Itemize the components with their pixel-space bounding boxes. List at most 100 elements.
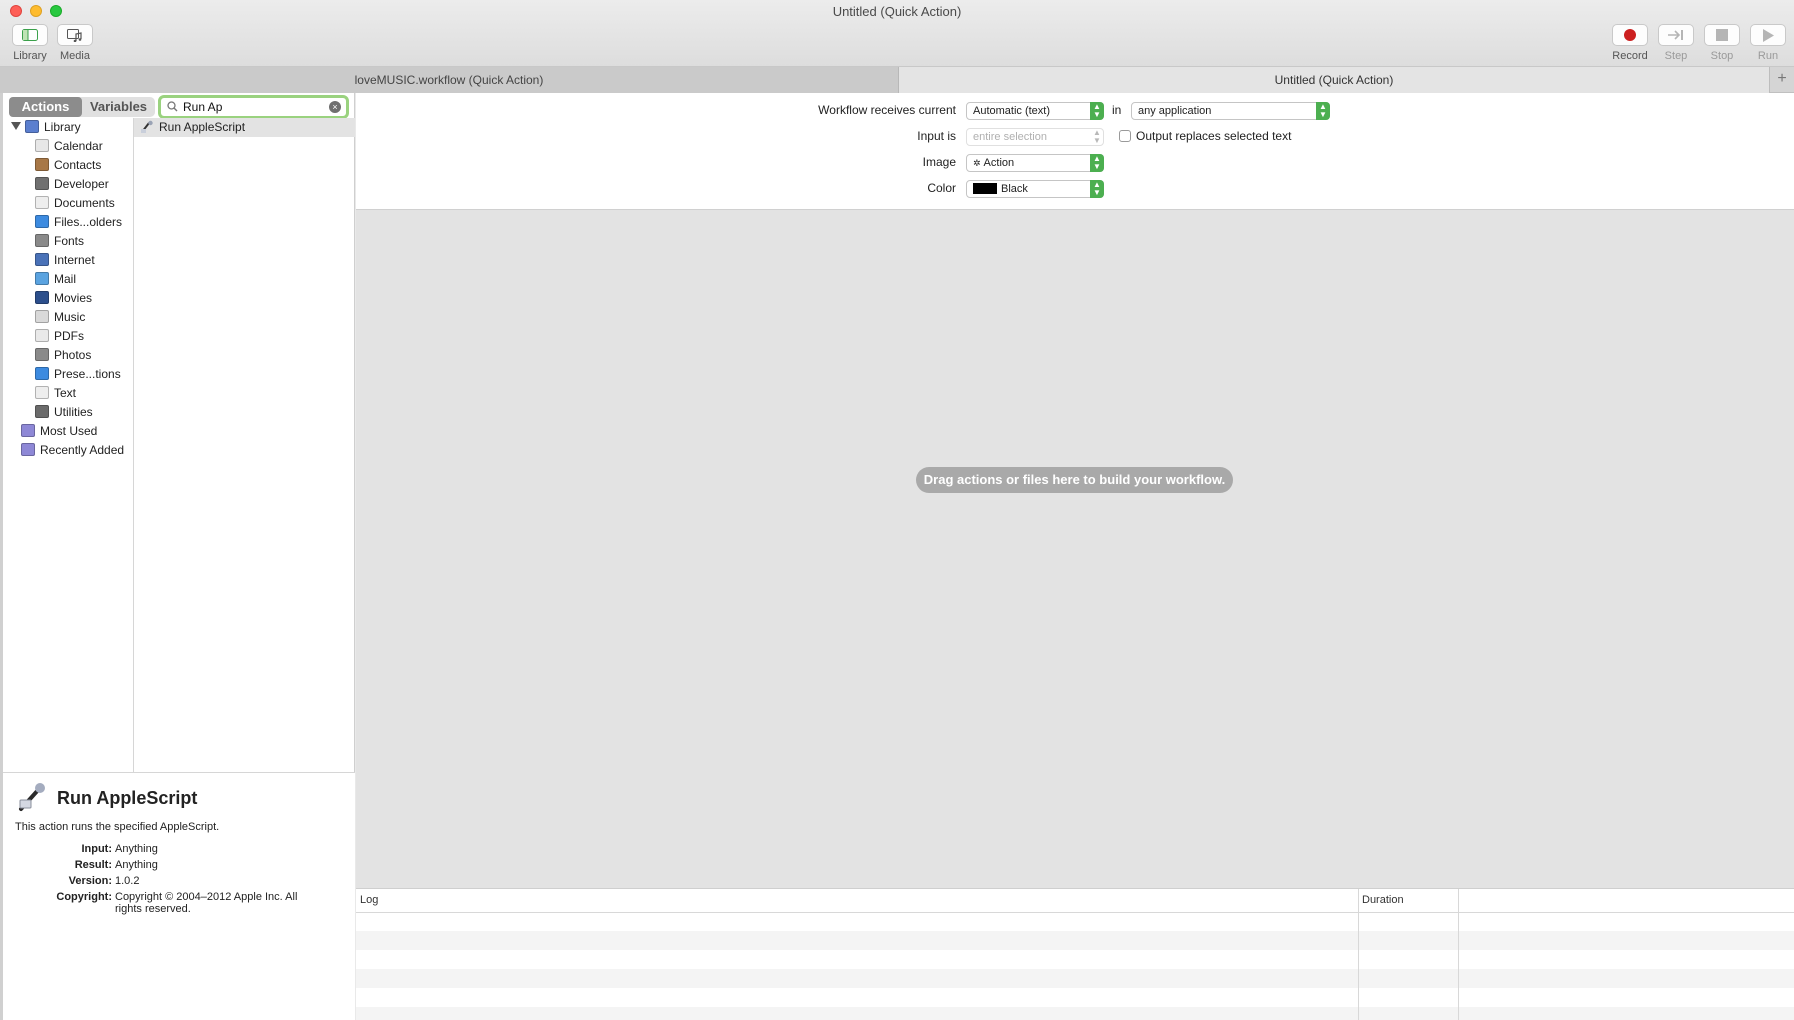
step-icon — [1658, 24, 1694, 46]
smart-folder-icon — [21, 443, 35, 456]
search-icon — [167, 101, 178, 115]
popup-arrows-icon: ▲ ▼ — [1093, 128, 1101, 145]
copyright-value: Copyright © 2004–2012 Apple Inc. All rig… — [115, 891, 298, 915]
disclosure-triangle-icon[interactable] — [11, 122, 21, 130]
version-value: 1.0.2 — [115, 875, 140, 887]
list-item[interactable]: Run AppleScript — [134, 118, 355, 137]
sidebar-item-label: Photos — [54, 348, 92, 362]
sidebar-item-label: Documents — [54, 196, 115, 210]
sidebar-item-fonts[interactable]: Fonts — [35, 232, 84, 251]
color-popup[interactable]: Black ▲ ▼ — [966, 180, 1104, 198]
variables-segment[interactable]: Variables — [82, 97, 155, 117]
media-label: Media — [60, 50, 90, 62]
popup-arrows-icon: ▲ ▼ — [1090, 154, 1104, 172]
application-value: any application — [1138, 105, 1212, 117]
sidebar-item-label: Internet — [54, 253, 95, 267]
input-is-popup[interactable]: entire selection ▲ ▼ — [966, 128, 1104, 146]
sidebar-item-photos[interactable]: Photos — [35, 346, 91, 365]
sidebar-item-contacts[interactable]: Contacts — [35, 156, 101, 175]
color-label: Color — [927, 181, 956, 195]
actions-segment[interactable]: Actions — [9, 97, 82, 117]
library-toggle-button[interactable]: Library — [7, 24, 53, 62]
sidebar-item-library[interactable]: Library — [11, 118, 81, 137]
popup-arrows-icon: ▲ ▼ — [1090, 102, 1104, 120]
sidebar-item-label: Library — [44, 120, 81, 134]
duration-column-header[interactable]: Duration — [1362, 894, 1404, 906]
sidebar-item-text[interactable]: Text — [35, 384, 76, 403]
tab-untitled-quick-action[interactable]: Untitled (Quick Action) — [899, 67, 1769, 93]
internet-icon — [35, 253, 49, 266]
sidebar-item-label: Mail — [54, 272, 77, 286]
input-key: Input: — [81, 843, 112, 855]
clear-search-icon[interactable]: × — [329, 101, 341, 113]
sidebar-item-developer[interactable]: Developer — [35, 175, 109, 194]
record-label: Record — [1612, 50, 1648, 62]
sidebar-item-utilities[interactable]: Utilities — [35, 403, 93, 422]
sidebar-item-recently-added[interactable]: Recently Added — [21, 441, 124, 460]
description-version-row: Version: 1.0.2 — [15, 875, 335, 887]
run-button[interactable]: Run — [1745, 24, 1791, 62]
workflow-drop-area[interactable]: Drag actions or files here to build your… — [356, 210, 1794, 888]
gear-icon: ✲ — [973, 158, 981, 168]
sidebar-item-files-olders[interactable]: Files...olders — [35, 213, 122, 232]
receives-popup[interactable]: Automatic (text) ▲ ▼ — [966, 102, 1104, 120]
library-icon — [25, 120, 39, 133]
category-list: Library Calendar Contacts Developer Document… — [3, 118, 134, 772]
stop-button[interactable]: Stop — [1699, 24, 1745, 62]
in-label: in — [1112, 103, 1122, 117]
applescript-large-icon — [17, 781, 49, 816]
description-result-row: Result: Anything — [15, 859, 335, 871]
actions-variables-segmented-control: Actions Variables — [9, 97, 155, 117]
drop-hint: Drag actions or files here to build your… — [916, 467, 1233, 493]
step-label: Step — [1664, 50, 1688, 62]
sidebar-item-movies[interactable]: Movies — [35, 289, 92, 308]
music-icon — [35, 310, 49, 323]
sidebar-item-pdfs[interactable]: PDFs — [35, 327, 84, 346]
color-swatch — [973, 183, 997, 194]
sidebar-item-calendar[interactable]: Calendar — [35, 137, 103, 156]
tab-lovemusic-workflow[interactable]: loveMUSIC.workflow (Quick Action) — [0, 67, 899, 93]
copyright-key: Copyright: — [56, 891, 112, 903]
application-popup[interactable]: any application ▲ ▼ — [1131, 102, 1330, 120]
new-tab-button[interactable]: + — [1769, 67, 1794, 93]
window-toolbar: Untitled (Quick Action) Library Media Re… — [0, 0, 1794, 67]
sidebar-item-label: Most Used — [40, 424, 98, 438]
log-panel: Log Duration — [356, 888, 1794, 1020]
log-column-header[interactable]: Log — [360, 894, 378, 906]
record-button[interactable]: Record — [1607, 24, 1653, 62]
sidebar-item-internet[interactable]: Internet — [35, 251, 95, 270]
sidebar-item-most-used[interactable]: Most Used — [21, 422, 97, 441]
contacts-icon — [35, 158, 49, 171]
search-field[interactable]: Run Ap × — [158, 95, 349, 119]
action-results-list: Run AppleScript — [134, 118, 355, 772]
result-label: Run AppleScript — [159, 120, 246, 134]
text-icon — [35, 386, 49, 399]
sidebar-item-label: Calendar — [54, 139, 103, 153]
workflow-settings-header: Workflow receives current Automatic (tex… — [356, 93, 1794, 210]
calendar-icon — [35, 139, 49, 152]
description-title: Run AppleScript — [57, 788, 198, 808]
log-row — [356, 1007, 1794, 1020]
sidebar-item-label: Prese...tions — [54, 367, 121, 381]
column-divider[interactable] — [1358, 889, 1359, 1020]
sidebar-item-label: PDFs — [54, 329, 84, 343]
sidebar-item-prese-tions[interactable]: Prese...tions — [35, 365, 121, 384]
input-value: Anything — [115, 843, 158, 855]
output-replaces-checkbox[interactable] — [1119, 130, 1131, 142]
tab-bar: loveMUSIC.workflow (Quick Action) Untitl… — [0, 67, 1794, 93]
step-button[interactable]: Step — [1653, 24, 1699, 62]
fonts-icon — [35, 234, 49, 247]
image-label: Image — [922, 155, 956, 169]
utilities-icon — [35, 405, 49, 418]
sidebar-item-documents[interactable]: Documents — [35, 194, 115, 213]
search-input[interactable]: Run Ap — [183, 100, 222, 114]
developer-icon — [35, 177, 49, 190]
applescript-icon — [140, 120, 154, 140]
sidebar-item-mail[interactable]: Mail — [35, 270, 76, 289]
media-button[interactable]: Media — [52, 24, 98, 62]
column-divider[interactable] — [1458, 889, 1459, 1020]
popup-arrows-icon: ▲ ▼ — [1316, 102, 1330, 120]
image-popup[interactable]: ✲ Action ▲ ▼ — [966, 154, 1104, 172]
sidebar-item-music[interactable]: Music — [35, 308, 85, 327]
sidebar-item-label: Fonts — [54, 234, 85, 248]
